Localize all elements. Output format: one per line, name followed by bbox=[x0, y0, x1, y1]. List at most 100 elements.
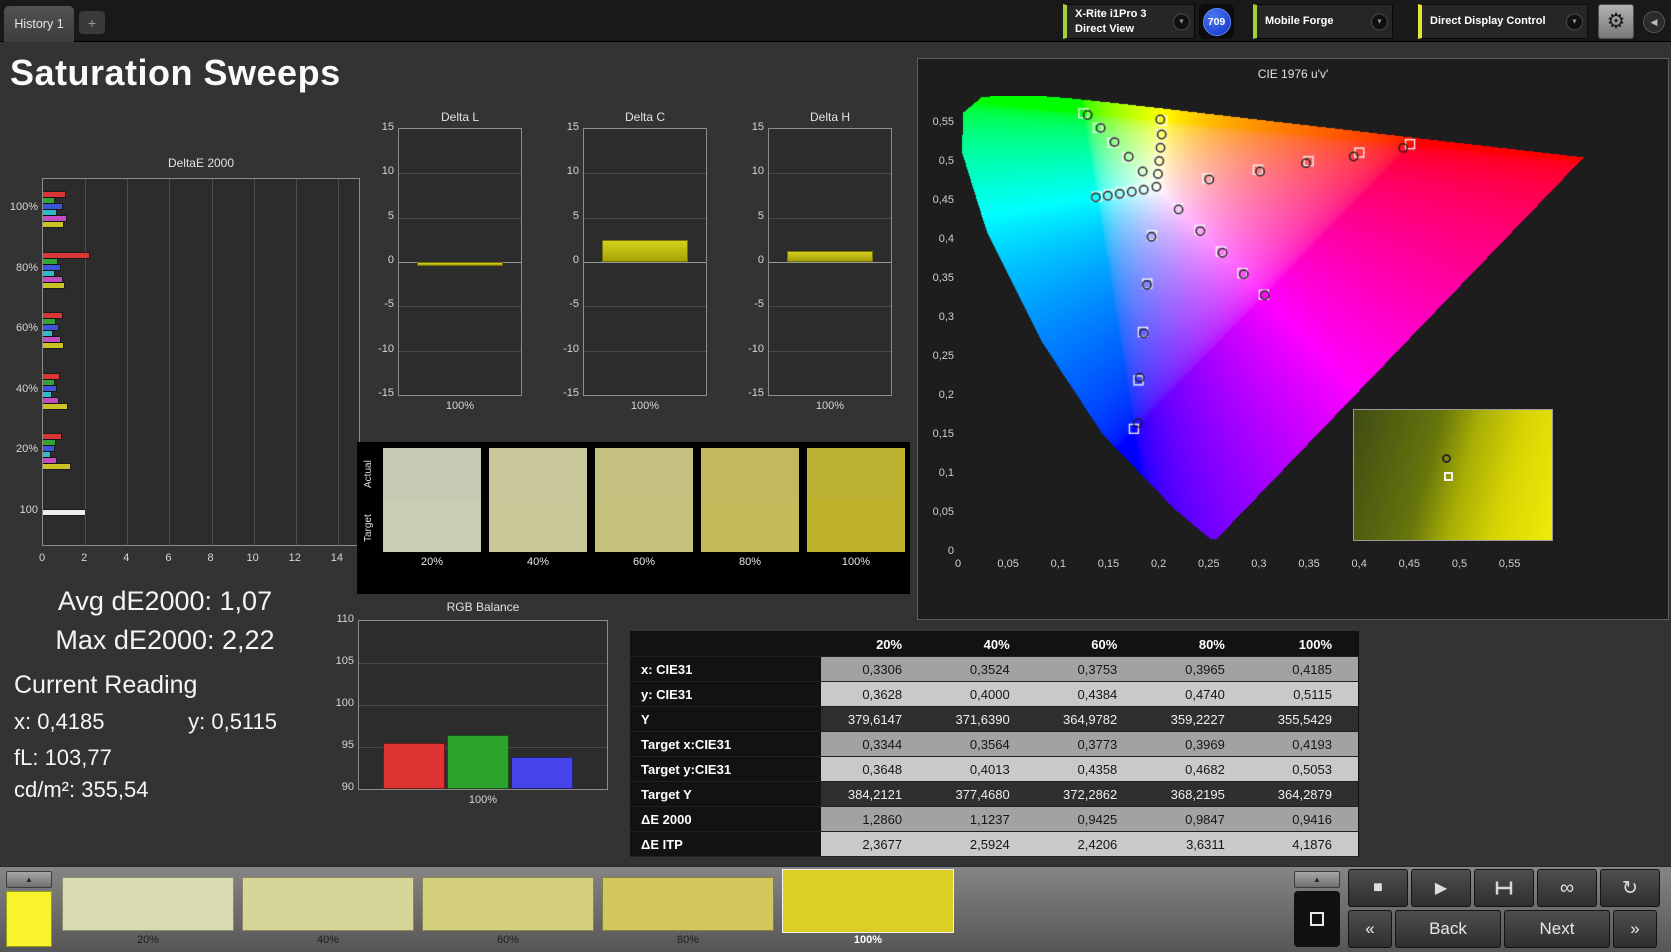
y-tick-label: 0,55 bbox=[932, 116, 954, 128]
category-label: 100% bbox=[445, 400, 475, 412]
table-corner-cell bbox=[630, 631, 821, 657]
rgb-bar-blue bbox=[511, 757, 573, 789]
de-bar bbox=[43, 257, 58, 265]
y-tick-label: 15 bbox=[381, 121, 394, 133]
footer-patch-label: 60% bbox=[496, 934, 520, 946]
table-cell: 1,2860 bbox=[820, 806, 929, 832]
y-tick-label: 105 bbox=[335, 655, 354, 667]
footer-bar: ▲ ▲ ■ ▶ ∞ ↻ « Back Next » 20% 40% 60% 80… bbox=[0, 866, 1671, 952]
de-bar bbox=[43, 463, 72, 470]
de-bar bbox=[43, 342, 64, 349]
expand-right-button[interactable]: ▲ bbox=[1294, 871, 1340, 888]
current-y-value: y: 0,5115 bbox=[188, 709, 278, 734]
chevron-down-icon[interactable]: ▼ bbox=[1566, 13, 1583, 30]
collapse-panel-button[interactable]: ◀ bbox=[1643, 11, 1665, 33]
table-cell: 0,3628 bbox=[820, 681, 929, 707]
y-tick-label: 0,15 bbox=[932, 428, 954, 440]
source-select-button[interactable]: Mobile Forge ▼ bbox=[1253, 4, 1393, 39]
y-tick-label: 15 bbox=[751, 121, 764, 133]
chart-title: DeltaE 2000 bbox=[167, 156, 235, 170]
grid-line bbox=[769, 262, 891, 263]
table-cell: 372,2862 bbox=[1035, 781, 1144, 807]
actual-swatch bbox=[807, 448, 905, 500]
last-step-button[interactable]: » bbox=[1613, 910, 1657, 948]
table-cell: 1,1237 bbox=[928, 806, 1036, 832]
footer-patch-label: 100% bbox=[853, 934, 883, 946]
max-de2000-stat: Max dE2000: 2,22 bbox=[55, 625, 275, 655]
refresh-icon: ↻ bbox=[1622, 877, 1638, 899]
next-label: Next bbox=[1539, 919, 1575, 938]
table-cell: 0,3524 bbox=[928, 656, 1036, 682]
next-button[interactable]: Next bbox=[1504, 910, 1610, 948]
table-cell: 2,4206 bbox=[1035, 831, 1144, 857]
y-tick-label: -10 bbox=[748, 342, 764, 355]
y-tick-label: 15 bbox=[566, 121, 579, 133]
x-tick-label: 0,4 bbox=[1351, 558, 1367, 570]
target-swatch bbox=[383, 500, 481, 552]
table-cell: 2,3677 bbox=[820, 831, 929, 857]
grid-line bbox=[399, 217, 521, 219]
y-tick-label: 0 bbox=[757, 254, 764, 266]
play-button[interactable]: ▶ bbox=[1411, 869, 1471, 907]
y-tick-label: 0,45 bbox=[932, 194, 954, 206]
chevron-down-icon[interactable]: ▼ bbox=[1173, 13, 1190, 30]
footer-patch-100%[interactable] bbox=[782, 869, 954, 933]
collapse-left-icon: ◀ bbox=[1650, 16, 1658, 27]
stop-button[interactable]: ■ bbox=[1348, 869, 1408, 907]
add-tab-button[interactable]: + bbox=[79, 11, 105, 34]
tab-history-1[interactable]: History 1 bbox=[4, 6, 74, 42]
x-tick-label: 2 bbox=[81, 552, 88, 564]
footer-patch-60%[interactable] bbox=[422, 877, 594, 931]
table-cell: 0,9416 bbox=[1250, 806, 1359, 832]
chart-title: Delta H bbox=[809, 110, 850, 124]
table-cell: 364,2879 bbox=[1250, 781, 1359, 807]
target-swatch bbox=[807, 500, 905, 552]
y-tick-label: 95 bbox=[341, 739, 354, 751]
de-bar bbox=[43, 281, 65, 289]
x-tick-label: 0,35 bbox=[1298, 558, 1320, 570]
blank-pattern-button[interactable] bbox=[1294, 891, 1340, 947]
table-row-label: y: CIE31 bbox=[630, 681, 821, 707]
up-arrow-icon: ▲ bbox=[25, 875, 33, 884]
x-tick-label: 0,15 bbox=[1097, 558, 1120, 570]
y-tick-label: 0,2 bbox=[938, 389, 954, 401]
badge-709-label: 709 bbox=[1202, 7, 1231, 36]
de-bar bbox=[43, 378, 55, 386]
grid-line bbox=[399, 173, 521, 175]
footer-patch-label: 20% bbox=[136, 934, 160, 946]
x-tick-label: 0,5 bbox=[1451, 558, 1468, 570]
grid-line bbox=[169, 179, 171, 545]
swatch-100% bbox=[807, 448, 905, 552]
expand-left-button[interactable]: ▲ bbox=[6, 871, 52, 888]
footer-patch-label: 80% bbox=[676, 934, 700, 946]
table-row: Target x:CIE31 0,3344 0,3564 0,3773 0,3969 0,… bbox=[630, 731, 1359, 757]
refresh-button[interactable]: ↻ bbox=[1600, 869, 1660, 907]
group-label: 100% bbox=[9, 201, 38, 213]
de-bar bbox=[43, 275, 63, 283]
footer-patch-80%[interactable] bbox=[602, 877, 774, 931]
display-control-button[interactable]: Direct Display Control ▼ bbox=[1418, 4, 1588, 39]
meter-select-button[interactable]: X-Rite i1Pro 3 Direct View ▼ bbox=[1063, 4, 1195, 39]
footer-patch-40%[interactable] bbox=[242, 877, 414, 931]
back-label: Back bbox=[1429, 919, 1467, 938]
settings-button[interactable]: ⚙ bbox=[1598, 4, 1634, 39]
continuous-measure-button[interactable]: ∞ bbox=[1537, 869, 1597, 907]
x-tick-label: 8 bbox=[207, 552, 214, 564]
table-row: Y 379,6147 371,6390 364,9782 359,2227 355,542… bbox=[630, 706, 1359, 732]
swatch-label: 40% bbox=[526, 556, 550, 568]
back-button[interactable]: Back bbox=[1395, 910, 1501, 948]
de-bar bbox=[43, 451, 52, 458]
delta-bar bbox=[787, 251, 873, 262]
swatch-strip: Actual Target 20% 40% 60% 80% 100% bbox=[357, 442, 910, 594]
avg-de2000-stat: Avg dE2000: 1,07 bbox=[57, 586, 273, 616]
table-cell: 0,4193 bbox=[1250, 731, 1359, 757]
de-bar bbox=[43, 312, 63, 319]
infinity-icon: ∞ bbox=[1559, 876, 1575, 899]
footer-patch-20%[interactable] bbox=[62, 877, 234, 931]
y-tick-label: 0 bbox=[572, 254, 579, 266]
chevron-down-icon[interactable]: ▼ bbox=[1371, 13, 1388, 30]
plot-area bbox=[358, 620, 608, 790]
first-step-button[interactable]: « bbox=[1348, 910, 1392, 948]
pattern-window-button[interactable] bbox=[1474, 869, 1534, 907]
y-tick-label: 110 bbox=[336, 613, 354, 625]
